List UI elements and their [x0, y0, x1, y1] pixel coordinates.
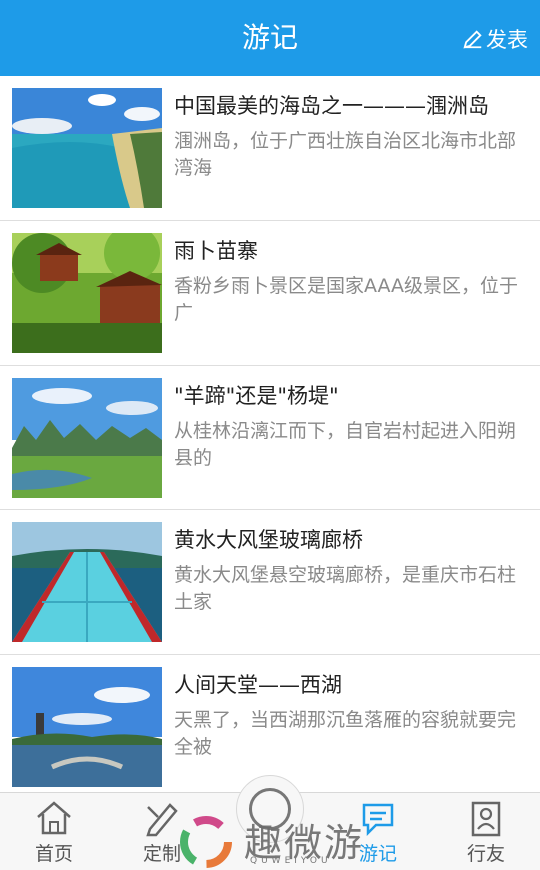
- center-circle-icon: [236, 775, 304, 843]
- article-title: 中国最美的海岛之一———涠洲岛: [174, 94, 489, 118]
- list-item[interactable]: 黄水大风堡玻璃廊桥 黄水大风堡悬空玻璃廊桥，是重庆市石柱土家: [0, 510, 540, 656]
- tab-label: 首页: [34, 843, 73, 865]
- customize-icon: [146, 803, 178, 837]
- list-item[interactable]: "羊蹄"还是"杨堤" 从桂林沿漓江而下，自官岩村起进入阳朔县的: [0, 365, 540, 511]
- article-title: "羊蹄"还是"杨堤": [174, 383, 339, 408]
- edit-pen-icon: [463, 30, 482, 49]
- karst-river-photo: [12, 377, 162, 498]
- article-description: 天黑了，当西湖那沉鱼落雁的容貌就要完全被: [174, 709, 517, 759]
- publish-label: 发表: [486, 28, 528, 52]
- home-icon: [37, 801, 71, 835]
- list-item[interactable]: 中国最美的海岛之一———涠洲岛 涠洲岛，位于广西壮族自治区北海市北部湾海: [0, 76, 540, 221]
- travel-notes-list[interactable]: 中国最美的海岛之一———涠洲岛 涠洲岛，位于广西壮族自治区北海市北部湾海 雨卜苗…: [0, 76, 540, 792]
- tab-travel-notes[interactable]: 游记: [324, 793, 432, 870]
- tab-label: 定制: [142, 843, 181, 865]
- center-inner-ring: [249, 788, 291, 830]
- article-description: 香粉乡雨卜景区是国家AAA级景区，位于广: [174, 274, 519, 324]
- west-lake-photo: [12, 667, 162, 788]
- article-description: 涠洲岛，位于广西壮族自治区北海市北部湾海: [174, 130, 517, 179]
- friends-icon: [471, 801, 501, 837]
- miao-village-photo: [12, 232, 162, 353]
- top-bar: 游记 发表: [0, 0, 540, 76]
- list-item[interactable]: 雨卜苗寨 香粉乡雨卜景区是国家AAA级景区，位于广: [0, 220, 540, 366]
- article-title: 雨卜苗寨: [174, 238, 258, 263]
- tab-label: 行友: [466, 843, 505, 865]
- travel-notes-icon: [362, 803, 394, 837]
- page-title: 游记: [241, 21, 298, 54]
- tab-center[interactable]: [216, 775, 324, 870]
- glass-bridge-photo: [12, 522, 162, 643]
- tab-customize[interactable]: 定制: [108, 793, 216, 870]
- tab-label: 游记: [358, 843, 397, 865]
- list-item[interactable]: 人间天堂——西湖 天黑了，当西湖那沉鱼落雁的容貌就要完全被: [0, 655, 540, 792]
- tab-home[interactable]: 首页: [0, 793, 108, 870]
- article-description: 从桂林沿漓江而下，自官岩村起进入阳朔县的: [174, 419, 517, 469]
- bottom-tab-bar: 首页 定制 游记 行友: [0, 775, 540, 870]
- article-title: 人间天堂——西湖: [174, 673, 342, 698]
- tab-friends[interactable]: 行友: [432, 793, 540, 870]
- publish-button[interactable]: 发表: [462, 22, 528, 56]
- article-title: 黄水大风堡玻璃廊桥: [174, 528, 363, 553]
- article-description: 黄水大风堡悬空玻璃廊桥，是重庆市石柱土家: [174, 564, 517, 614]
- island-beach-photo: [12, 88, 162, 208]
